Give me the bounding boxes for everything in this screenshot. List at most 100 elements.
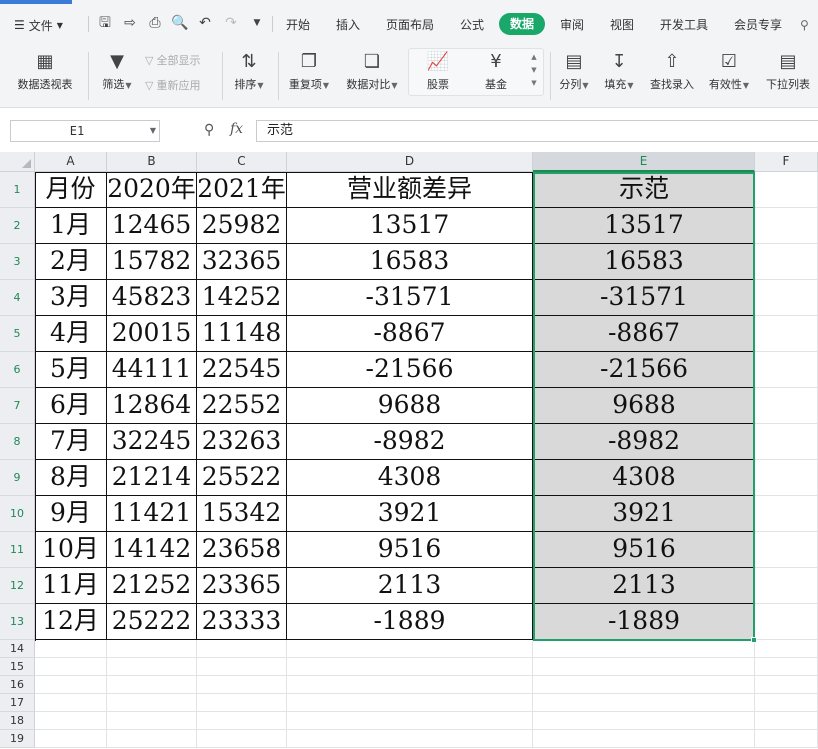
save-icon[interactable]: 🖫 <box>96 14 114 32</box>
cell-f5[interactable] <box>755 316 818 352</box>
cell-b18[interactable] <box>107 712 197 730</box>
cell-c3[interactable]: 32365 <box>197 244 287 280</box>
cell-f16[interactable] <box>755 676 818 694</box>
cell-d10[interactable]: 3921 <box>287 496 533 532</box>
cell-f7[interactable] <box>755 388 818 424</box>
cell-a9[interactable]: 8月 <box>35 460 107 496</box>
select-all-corner[interactable] <box>0 152 35 172</box>
cell-d17[interactable] <box>287 694 533 712</box>
cell-a17[interactable] <box>35 694 107 712</box>
cell-f18[interactable] <box>755 712 818 730</box>
cell-c10[interactable]: 15342 <box>197 496 287 532</box>
cell-f13[interactable] <box>755 604 818 640</box>
cell-b14[interactable] <box>107 640 197 658</box>
cell-b13[interactable]: 25222 <box>107 604 197 640</box>
cell-c2[interactable]: 25982 <box>197 208 287 244</box>
cell-f9[interactable] <box>755 460 818 496</box>
cell-e8[interactable]: -8982 <box>533 424 755 460</box>
file-menu[interactable]: ☰ 文件 ▼ <box>14 16 63 34</box>
cell-a10[interactable]: 9月 <box>35 496 107 532</box>
cell-f12[interactable] <box>755 568 818 604</box>
row-header-4[interactable]: 4 <box>0 280 35 316</box>
row-header-16[interactable]: 16 <box>0 676 35 694</box>
cell-a1[interactable]: 月份 <box>35 172 107 208</box>
cell-d11[interactable]: 9516 <box>287 532 533 568</box>
chevron-down-icon[interactable]: ▼ <box>150 121 156 141</box>
column-header-f[interactable]: F <box>755 152 818 172</box>
row-header-11[interactable]: 11 <box>0 532 35 568</box>
cell-f4[interactable] <box>755 280 818 316</box>
row-header-18[interactable]: 18 <box>0 712 35 730</box>
cell-c12[interactable]: 23365 <box>197 568 287 604</box>
export-icon[interactable]: ⇨ <box>121 14 139 32</box>
cell-f11[interactable] <box>755 532 818 568</box>
cell-c17[interactable] <box>197 694 287 712</box>
dropdown-list-button[interactable]: ▤ 下拉列表 <box>762 48 814 104</box>
cell-b19[interactable] <box>107 730 197 748</box>
cell-a6[interactable]: 5月 <box>35 352 107 388</box>
cell-c13[interactable]: 23333 <box>197 604 287 640</box>
zoom-icon[interactable]: ⚲ <box>204 122 214 138</box>
cell-a2[interactable]: 1月 <box>35 208 107 244</box>
cell-d15[interactable] <box>287 658 533 676</box>
cell-d4[interactable]: -31571 <box>287 280 533 316</box>
row-header-8[interactable]: 8 <box>0 424 35 460</box>
cell-e7[interactable]: 9688 <box>533 388 755 424</box>
cell-b15[interactable] <box>107 658 197 676</box>
cell-b8[interactable]: 32245 <box>107 424 197 460</box>
cell-d5[interactable]: -8867 <box>287 316 533 352</box>
row-header-12[interactable]: 12 <box>0 568 35 604</box>
chevron-up-icon[interactable]: ▲ <box>528 51 540 64</box>
cell-b17[interactable] <box>107 694 197 712</box>
cell-e15[interactable] <box>533 658 755 676</box>
row-header-13[interactable]: 13 <box>0 604 35 640</box>
column-header-a[interactable]: A <box>35 152 107 172</box>
name-box[interactable]: E1 ▼ <box>10 120 160 142</box>
row-header-2[interactable]: 2 <box>0 208 35 244</box>
cell-d9[interactable]: 4308 <box>287 460 533 496</box>
cell-d12[interactable]: 2113 <box>287 568 533 604</box>
cell-c19[interactable] <box>197 730 287 748</box>
cell-c8[interactable]: 23263 <box>197 424 287 460</box>
cell-d19[interactable] <box>287 730 533 748</box>
tab-member[interactable]: 会员专享 <box>734 15 782 35</box>
cell-a14[interactable] <box>35 640 107 658</box>
cell-f6[interactable] <box>755 352 818 388</box>
tab-developer[interactable]: 开发工具 <box>660 15 708 35</box>
row-header-9[interactable]: 9 <box>0 460 35 496</box>
cell-e9[interactable]: 4308 <box>533 460 755 496</box>
show-all-button[interactable]: ▽ 全部显示 <box>145 52 200 68</box>
cell-e4[interactable]: -31571 <box>533 280 755 316</box>
cell-e3[interactable]: 16583 <box>533 244 755 280</box>
cell-b5[interactable]: 20015 <box>107 316 197 352</box>
cell-c16[interactable] <box>197 676 287 694</box>
cell-d8[interactable]: -8982 <box>287 424 533 460</box>
tab-review[interactable]: 审阅 <box>560 15 584 35</box>
cell-f3[interactable] <box>755 244 818 280</box>
row-header-3[interactable]: 3 <box>0 244 35 280</box>
cell-a16[interactable] <box>35 676 107 694</box>
cell-c6[interactable]: 22545 <box>197 352 287 388</box>
cell-a12[interactable]: 11月 <box>35 568 107 604</box>
cell-d16[interactable] <box>287 676 533 694</box>
cell-b6[interactable]: 44111 <box>107 352 197 388</box>
tab-page-layout[interactable]: 页面布局 <box>386 15 434 35</box>
cell-e14[interactable] <box>533 640 755 658</box>
cell-f2[interactable] <box>755 208 818 244</box>
cell-e16[interactable] <box>533 676 755 694</box>
cell-e12[interactable]: 2113 <box>533 568 755 604</box>
cell-e5[interactable]: -8867 <box>533 316 755 352</box>
cell-b16[interactable] <box>107 676 197 694</box>
split-column-button[interactable]: ▤ 分列▼ <box>556 48 592 104</box>
cell-a19[interactable] <box>35 730 107 748</box>
stock-button[interactable]: 📈 股票 <box>416 48 460 104</box>
cell-e1[interactable]: 示范 <box>533 172 755 208</box>
cell-d6[interactable]: -21566 <box>287 352 533 388</box>
cell-d18[interactable] <box>287 712 533 730</box>
print-preview-icon[interactable]: 🔍 <box>171 14 189 32</box>
row-header-17[interactable]: 17 <box>0 694 35 712</box>
cell-c7[interactable]: 22552 <box>197 388 287 424</box>
cell-c4[interactable]: 14252 <box>197 280 287 316</box>
cell-a7[interactable]: 6月 <box>35 388 107 424</box>
cell-c14[interactable] <box>197 640 287 658</box>
